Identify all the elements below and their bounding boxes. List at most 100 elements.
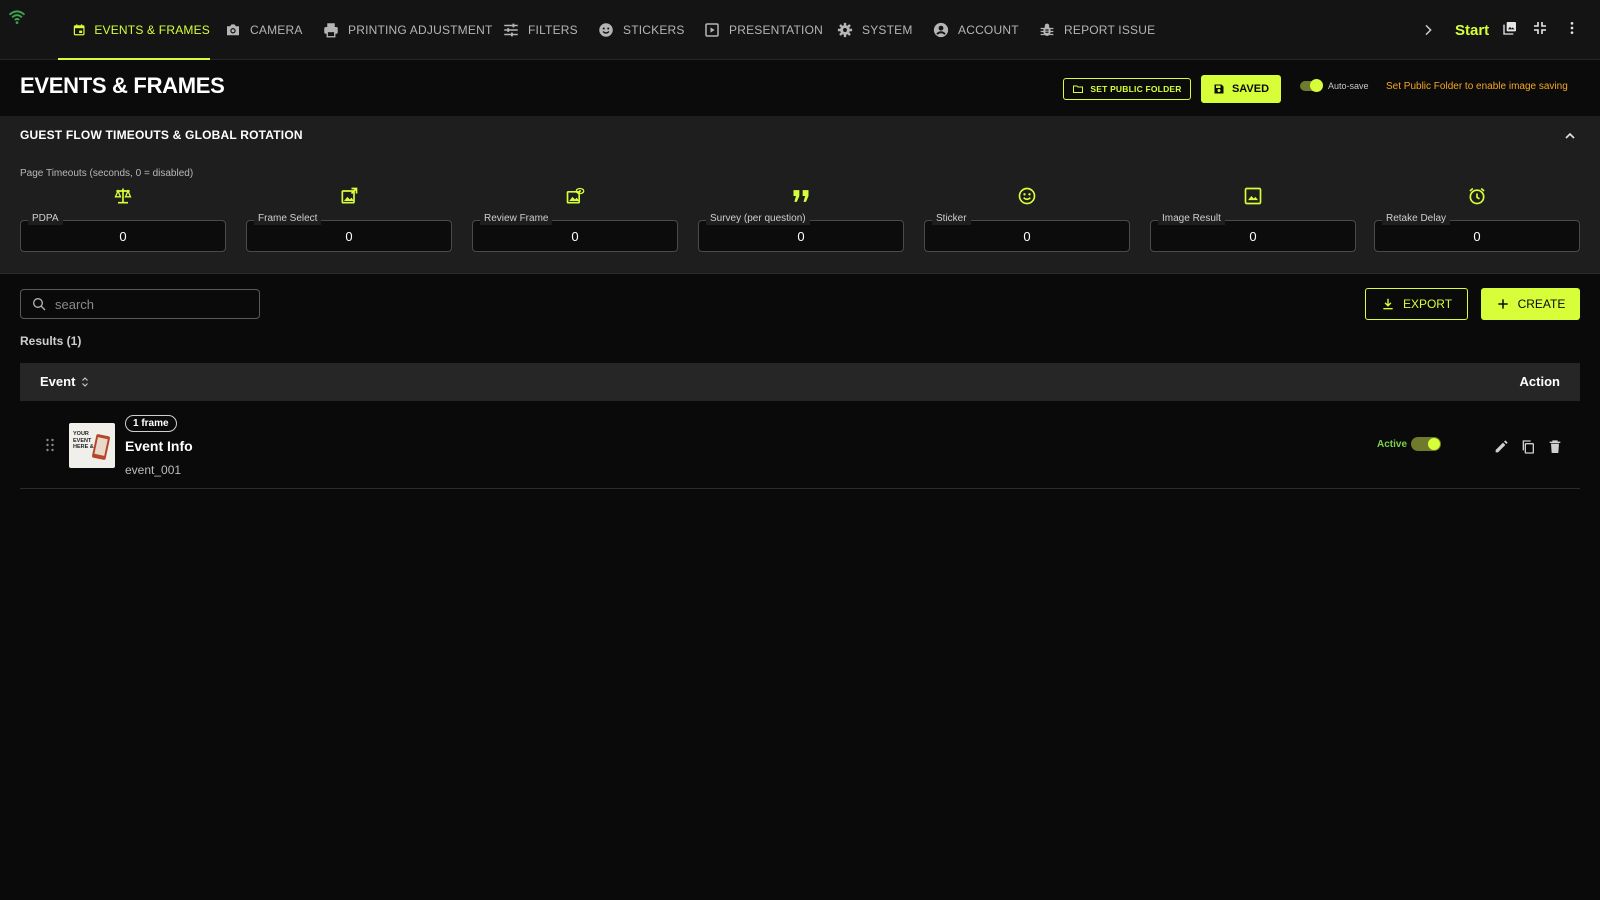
search-field[interactable] — [20, 289, 260, 319]
top-navigation: EVENTS & FRAMES CAMERA PRINTING ADJUSTME… — [0, 0, 1600, 60]
tab-label: STICKERS — [623, 23, 685, 37]
timeout-label: PDPA — [28, 213, 63, 225]
image-icon — [1244, 187, 1262, 205]
calendar-icon — [73, 24, 85, 36]
wifi-icon — [8, 10, 26, 24]
gallery-button[interactable] — [1500, 18, 1520, 38]
image-edit-icon — [341, 187, 358, 204]
tab-printing-adjustment[interactable]: PRINTING ADJUSTMENT — [322, 0, 492, 60]
timeout-field-review-frame: 0 Review Frame — [472, 186, 678, 254]
tab-label: FILTERS — [528, 23, 578, 37]
tab-camera[interactable]: CAMERA — [224, 0, 303, 60]
sliders-icon — [504, 23, 518, 37]
autosave-switch[interactable] — [1300, 79, 1323, 92]
tab-events-frames[interactable]: EVENTS & FRAMES — [58, 0, 210, 60]
tab-label: SYSTEM — [862, 23, 913, 37]
alarm-icon — [1469, 187, 1485, 205]
plus-icon — [1497, 299, 1508, 309]
event-name: Event Info — [125, 438, 193, 454]
edit-icon[interactable] — [1493, 439, 1509, 455]
event-thumbnail[interactable]: YOUR EVENT HERE & — [69, 423, 115, 468]
status-label: Active — [1377, 438, 1408, 450]
search-input[interactable] — [55, 296, 245, 312]
timeout-label: Review Frame — [480, 213, 553, 225]
public-folder-warning: Set Public Folder to enable image saving — [1386, 81, 1568, 92]
start-button[interactable]: Start — [1455, 18, 1489, 42]
panel-title: GUEST FLOW TIMEOUTS & GLOBAL ROTATION — [20, 128, 303, 142]
tab-report-issue[interactable]: REPORT ISSUE — [1038, 0, 1155, 60]
active-switch[interactable] — [1411, 437, 1442, 451]
active-toggle[interactable]: Active — [1377, 437, 1442, 451]
timeout-field-retake-delay: 0 Retake Delay — [1374, 186, 1580, 254]
timeout-label: Sticker — [932, 213, 971, 225]
chevron-right-icon — [1425, 24, 1432, 36]
table-row[interactable]: YOUR EVENT HERE & 1 frame Event Info eve… — [20, 402, 1580, 489]
export-button[interactable]: EXPORT — [1365, 288, 1468, 320]
chevron-up-icon[interactable] — [1562, 128, 1578, 144]
smiley-icon — [1018, 187, 1036, 205]
printer-icon — [324, 23, 338, 38]
duplicate-icon[interactable] — [1520, 439, 1536, 455]
saved-button[interactable]: SAVED — [1201, 75, 1281, 103]
timeout-field-frame-select: 0 Frame Select — [246, 186, 452, 254]
action-column-header: Action — [1519, 374, 1560, 389]
event-column-label: Event — [40, 374, 76, 389]
fullscreen-button[interactable] — [1530, 18, 1550, 38]
timeouts-panel: GUEST FLOW TIMEOUTS & GLOBAL ROTATION Pa… — [0, 116, 1600, 274]
timeout-field-sticker: 0 Sticker — [924, 186, 1130, 254]
timeout-label: Image Result — [1158, 213, 1225, 225]
timeout-label: Frame Select — [254, 213, 322, 225]
timeout-field-pdpa: 0 PDPA — [20, 186, 226, 254]
set-public-folder-label: SET PUBLIC FOLDER — [1090, 84, 1182, 94]
bug-icon — [1040, 23, 1054, 36]
saved-label: SAVED — [1231, 83, 1270, 95]
export-label: EXPORT — [1402, 297, 1453, 311]
timeout-field-survey: 0 Survey (per question) — [698, 186, 904, 254]
camera-icon — [227, 24, 239, 36]
tab-label: PRESENTATION — [729, 23, 823, 37]
tab-label: EVENTS & FRAMES — [94, 23, 210, 37]
autosave-toggle[interactable]: Auto-save — [1300, 79, 1369, 92]
delete-icon[interactable] — [1547, 439, 1563, 455]
tab-label: PRINTING ADJUSTMENT — [348, 23, 493, 37]
autosave-label: Auto-save — [1328, 81, 1369, 91]
quote-icon — [793, 190, 809, 202]
panel-subtitle: Page Timeouts (seconds, 0 = disabled) — [20, 168, 194, 179]
timeout-field-image-result: 0 Image Result — [1150, 186, 1356, 254]
timeout-label: Retake Delay — [1382, 213, 1451, 225]
tab-label: ACCOUNT — [958, 23, 1019, 37]
tab-account[interactable]: ACCOUNT — [932, 0, 1019, 60]
page-header: EVENTS & FRAMES SET PUBLIC FOLDER SAVED … — [0, 61, 1600, 116]
tab-label: REPORT ISSUE — [1064, 23, 1156, 37]
create-label: CREATE — [1517, 297, 1566, 311]
thumbnail-text: YOUR EVENT HERE & — [73, 431, 94, 450]
tab-label: CAMERA — [250, 23, 303, 37]
gear-icon — [837, 22, 853, 38]
create-button[interactable]: CREATE — [1481, 288, 1580, 320]
tab-system[interactable]: SYSTEM — [836, 0, 913, 60]
page-title: EVENTS & FRAMES — [20, 73, 225, 98]
timeout-label: Survey (per question) — [706, 213, 810, 225]
set-public-folder-button[interactable]: SET PUBLIC FOLDER — [1063, 78, 1191, 100]
image-review-icon — [566, 187, 585, 204]
event-column-header[interactable]: Event — [40, 374, 91, 389]
tab-presentation[interactable]: PRESENTATION — [703, 0, 823, 60]
tab-filters[interactable]: FILTERS — [502, 0, 578, 60]
results-count: Results (1) — [20, 334, 82, 348]
sort-icon — [82, 376, 89, 387]
download-icon — [1383, 298, 1393, 310]
fullscreen-exit-icon — [1534, 22, 1546, 34]
frame-count-badge: 1 frame — [125, 415, 177, 432]
nav-next-button[interactable] — [1420, 18, 1436, 42]
save-icon — [1214, 84, 1224, 94]
scale-icon — [114, 188, 132, 204]
tab-stickers[interactable]: STICKERS — [597, 0, 685, 60]
drag-handle-icon[interactable] — [45, 438, 55, 452]
smiley-icon — [599, 23, 613, 37]
table-header: Event Action — [20, 363, 1580, 401]
gallery-icon — [1503, 22, 1516, 35]
folder-icon — [1073, 85, 1084, 93]
more-menu-button[interactable] — [1562, 18, 1582, 38]
search-icon — [33, 298, 46, 311]
event-id: event_001 — [125, 463, 182, 477]
